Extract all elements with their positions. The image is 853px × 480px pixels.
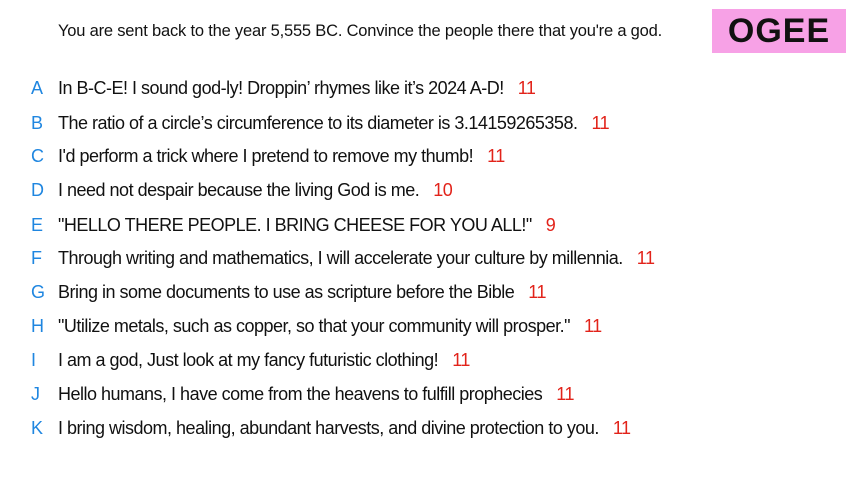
answer-score: 9 — [545, 214, 556, 235]
answer-score: 11 — [452, 349, 470, 370]
answer-text: Bring in some documents to use as script… — [58, 281, 515, 302]
answer-text: The ratio of a circle’s circumference to… — [58, 112, 578, 133]
answer-text: I am a god, Just look at my fancy futuri… — [58, 349, 439, 370]
answer-text: I bring wisdom, healing, abundant harves… — [58, 417, 599, 438]
answer-row-a: A In B-C-E! I sound god-ly! Droppin’ rhy… — [31, 76, 536, 100]
answer-score: 11 — [517, 77, 536, 98]
answer-row-k: K I bring wisdom, healing, abundant harv… — [31, 416, 631, 440]
answer-letter: K — [31, 417, 43, 438]
answer-text: "HELLO THERE PEOPLE. I BRING CHEESE FOR … — [58, 214, 532, 235]
answer-list: A In B-C-E! I sound god-ly! Droppin’ rhy… — [0, 0, 853, 480]
answer-row-f: F Through writing and mathematics, I wil… — [31, 246, 655, 270]
answer-score: 11 — [487, 145, 505, 166]
answer-letter: J — [31, 383, 40, 404]
answer-score: 11 — [612, 417, 631, 438]
answer-letter: D — [31, 179, 44, 200]
answer-letter: I — [31, 349, 36, 370]
answer-letter: A — [31, 77, 43, 98]
answer-letter: B — [31, 112, 43, 133]
answer-text: Through writing and mathematics, I will … — [58, 247, 623, 268]
answer-letter: H — [31, 315, 44, 336]
answer-score: 10 — [433, 179, 453, 200]
answer-row-g: G Bring in some documents to use as scri… — [31, 280, 546, 304]
answer-row-c: C I'd perform a trick where I pretend to… — [31, 144, 505, 168]
answer-score: 11 — [591, 112, 610, 133]
answer-text: In B-C-E! I sound god-ly! Droppin’ rhyme… — [58, 77, 504, 98]
answer-letter: E — [31, 214, 43, 235]
answer-row-h: H "Utilize metals, such as copper, so th… — [31, 314, 602, 338]
answer-letter: G — [31, 281, 45, 302]
answer-score: 11 — [636, 247, 655, 268]
answer-letter: F — [31, 247, 42, 268]
answer-score: 11 — [556, 383, 574, 404]
answer-letter: C — [31, 145, 44, 166]
answer-row-d: D I need not despair because the living … — [31, 178, 453, 202]
answer-text: I'd perform a trick where I pretend to r… — [58, 145, 474, 166]
answer-score: 11 — [528, 281, 546, 302]
answer-row-i: I I am a god, Just look at my fancy futu… — [31, 348, 470, 372]
answer-text: "Utilize metals, such as copper, so that… — [58, 315, 571, 336]
answer-score: 11 — [584, 315, 602, 336]
answer-row-e: E "HELLO THERE PEOPLE. I BRING CHEESE FO… — [31, 213, 556, 237]
answer-text: Hello humans, I have come from the heave… — [58, 383, 543, 404]
answer-text: I need not despair because the living Go… — [58, 179, 420, 200]
answer-row-b: B The ratio of a circle’s circumference … — [31, 111, 610, 135]
answer-row-j: J Hello humans, I have come from the hea… — [31, 382, 574, 406]
